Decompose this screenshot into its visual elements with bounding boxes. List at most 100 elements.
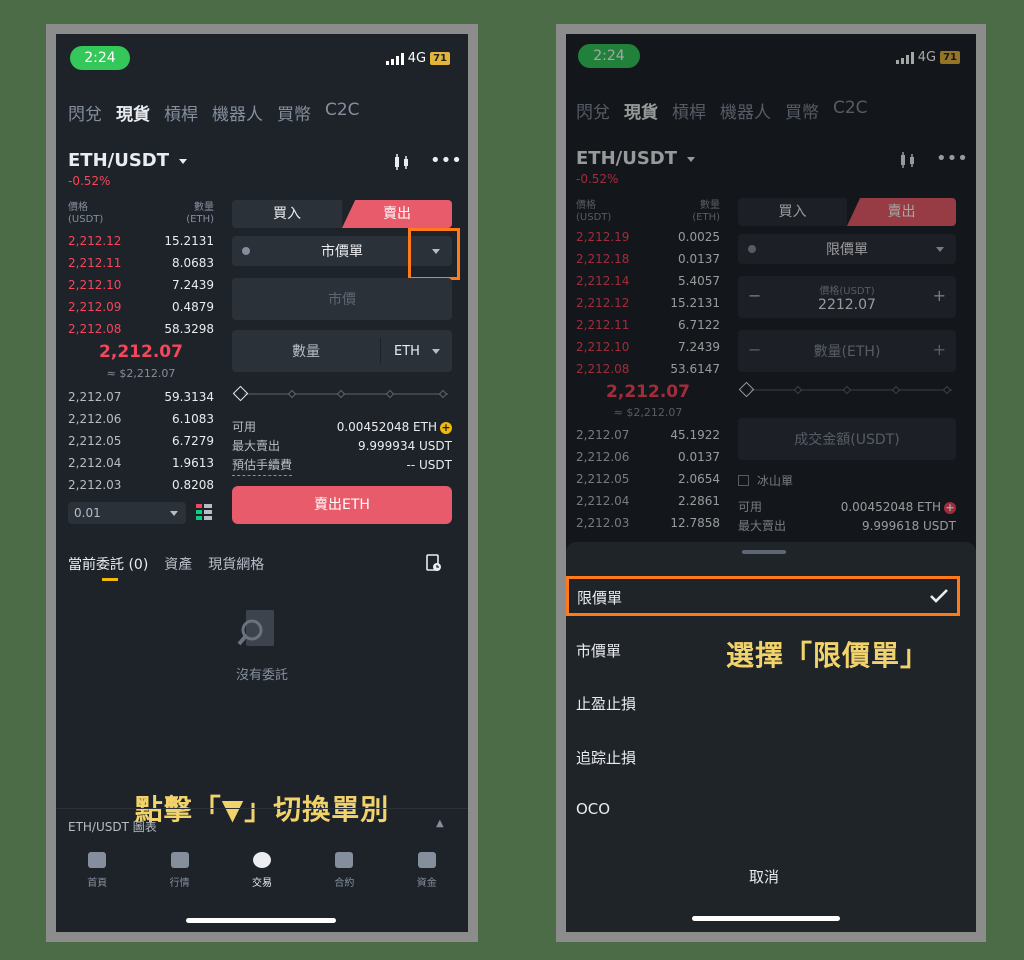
orderbook-row[interactable]: 2,212.10 7.2439 <box>68 274 214 296</box>
trade-icon <box>252 852 271 868</box>
candle-chart-icon[interactable] <box>392 154 412 174</box>
option-stop-limit[interactable]: 止盈止損 <box>576 693 636 714</box>
sell-tab[interactable]: 賣出 <box>847 198 956 226</box>
orderbook-row[interactable]: 2,212.03 0.8208 <box>68 474 214 496</box>
sell-tab[interactable]: 賣出 <box>342 200 452 228</box>
nav-futures[interactable]: 合約 <box>314 852 374 889</box>
option-market[interactable]: 市價單 <box>576 640 621 661</box>
buy-tab[interactable]: 買入 <box>232 200 342 228</box>
orderbook-row[interactable]: 2,212.04 2.2861 <box>576 490 720 512</box>
more-icon[interactable]: ••• <box>936 148 968 169</box>
plus-icon[interactable]: + <box>933 340 946 359</box>
nav-markets[interactable]: 行情 <box>150 852 210 889</box>
nav-home[interactable]: 首頁 <box>67 852 127 889</box>
candle-chart-icon[interactable] <box>898 152 918 172</box>
price-value[interactable]: 2212.07 <box>738 297 956 313</box>
tab-open-orders[interactable]: 當前委託 (0) <box>68 554 148 581</box>
option-limit[interactable]: 限價單 <box>566 576 960 616</box>
total-input[interactable]: 成交金額(USDT) <box>738 418 956 460</box>
slider-handle[interactable] <box>232 385 249 402</box>
more-icon[interactable]: ••• <box>430 150 462 171</box>
row-price: 2,212.04 <box>68 456 122 470</box>
tab-spot[interactable]: 現貨 <box>624 98 658 123</box>
orderbook-row[interactable]: 2,212.12 15.2131 <box>576 292 720 314</box>
tab-assets[interactable]: 資產 <box>164 554 192 574</box>
checkbox-icon[interactable] <box>738 475 749 486</box>
tab-c2c[interactable]: C2C <box>833 98 868 123</box>
depth-select[interactable]: 0.01 <box>68 502 186 524</box>
tab-bot[interactable]: 機器人 <box>720 98 771 123</box>
amount-slider[interactable] <box>738 381 956 398</box>
tab-bot[interactable]: 機器人 <box>212 100 263 125</box>
orderbook-layout-icon[interactable] <box>196 504 212 524</box>
orderbook-row[interactable]: 2,212.03 12.7858 <box>576 512 720 534</box>
orderbook-row[interactable]: 2,212.09 0.4879 <box>68 296 214 318</box>
tab-spot-grid[interactable]: 現貨網格 <box>208 554 264 574</box>
orderbook-row[interactable]: 2,212.12 15.2131 <box>68 230 214 252</box>
orderbook-row[interactable]: 2,212.08 58.3298 <box>68 318 214 340</box>
network-label: 4G <box>917 50 937 65</box>
order-type-select[interactable]: 限價單 <box>738 234 956 264</box>
tab-buy-crypto[interactable]: 買幣 <box>785 98 819 123</box>
tab-margin[interactable]: 槓桿 <box>164 100 198 125</box>
quantity-stepper[interactable]: − 數量(ETH) + <box>738 330 956 372</box>
row-quantity: 53.6147 <box>670 362 720 376</box>
home-indicator[interactable] <box>186 918 336 923</box>
row-quantity: 7.2439 <box>678 340 720 354</box>
chevron-down-icon[interactable] <box>936 247 944 252</box>
available-label: 可用 <box>738 500 763 514</box>
nav-wallet[interactable]: 資金 <box>397 852 457 889</box>
cancel-button[interactable]: 取消 <box>566 866 962 887</box>
mid-price: 2,212.07 <box>99 342 183 362</box>
orderbook-row[interactable]: 2,212.14 5.4057 <box>576 270 720 292</box>
row-quantity: 0.0137 <box>678 252 720 266</box>
add-funds-icon[interactable]: + <box>440 422 452 434</box>
orderbook-row[interactable]: 2,212.07 45.1922 <box>576 424 720 446</box>
quantity-unit[interactable]: ETH <box>394 344 420 359</box>
sell-eth-button[interactable]: 賣出ETH <box>232 486 452 524</box>
pair-selector[interactable]: ETH/USDT <box>576 148 696 169</box>
slider-handle[interactable] <box>738 381 755 398</box>
price-stepper[interactable]: − 價格(USDT) 2212.07 + <box>738 276 956 318</box>
quantity-input[interactable]: 數量 ETH <box>232 330 452 372</box>
chevron-up-icon[interactable]: ▲ <box>436 818 444 829</box>
orderbook-row[interactable]: 2,212.19 0.0025 <box>576 226 720 248</box>
orderbook-row[interactable]: 2,212.08 53.6147 <box>576 358 720 380</box>
tab-buy-crypto[interactable]: 買幣 <box>277 100 311 125</box>
buy-tab[interactable]: 買入 <box>738 198 847 226</box>
mid-price-usd: ≈ $2,212.07 <box>613 406 683 419</box>
orderbook-row[interactable]: 2,212.07 59.3134 <box>68 386 214 408</box>
plus-icon[interactable]: + <box>933 286 946 305</box>
option-trailing-stop[interactable]: 追踪止損 <box>576 747 636 768</box>
orderbook-row[interactable]: 2,212.10 7.2439 <box>576 336 720 358</box>
orderbook-row[interactable]: 2,212.06 0.0137 <box>576 446 720 468</box>
fee-label[interactable]: 預估手續費 <box>232 456 293 476</box>
minus-icon[interactable]: − <box>748 340 761 359</box>
orderbook-row[interactable]: 2,212.06 6.1083 <box>68 408 214 430</box>
option-oco[interactable]: OCO <box>576 800 610 818</box>
orderbook-row[interactable]: 2,212.05 6.7279 <box>68 430 214 452</box>
order-history-icon[interactable] <box>426 554 442 576</box>
add-funds-icon[interactable]: + <box>944 502 956 514</box>
tab-margin[interactable]: 槓桿 <box>672 98 706 123</box>
chart-bar-label[interactable]: ETH/USDT 圖表 <box>68 818 157 835</box>
orderbook-bids: 2,212.07 45.1922 2,212.06 0.0137 2,212.05 2.0… <box>576 424 720 534</box>
network-label: 4G <box>407 51 427 66</box>
sheet-handle[interactable] <box>742 550 786 554</box>
orderbook-row[interactable]: 2,212.11 6.7122 <box>576 314 720 336</box>
tab-spot[interactable]: 現貨 <box>116 100 150 125</box>
pair-selector[interactable]: ETH/USDT <box>68 150 188 171</box>
nav-trade[interactable]: 交易 <box>232 852 292 889</box>
minus-icon[interactable]: − <box>748 286 761 305</box>
orderbook-row[interactable]: 2,212.11 8.0683 <box>68 252 214 274</box>
orderbook-row[interactable]: 2,212.18 0.0137 <box>576 248 720 270</box>
tab-flash[interactable]: 閃兌 <box>576 98 610 123</box>
amount-slider[interactable] <box>232 385 452 402</box>
price-input[interactable]: 市價 <box>232 278 452 320</box>
orderbook-row[interactable]: 2,212.04 1.9613 <box>68 452 214 474</box>
iceberg-checkbox[interactable]: 冰山單 <box>738 472 793 489</box>
home-indicator[interactable] <box>692 916 840 921</box>
tab-c2c[interactable]: C2C <box>325 100 360 125</box>
tab-flash[interactable]: 閃兌 <box>68 100 102 125</box>
orderbook-row[interactable]: 2,212.05 2.0654 <box>576 468 720 490</box>
